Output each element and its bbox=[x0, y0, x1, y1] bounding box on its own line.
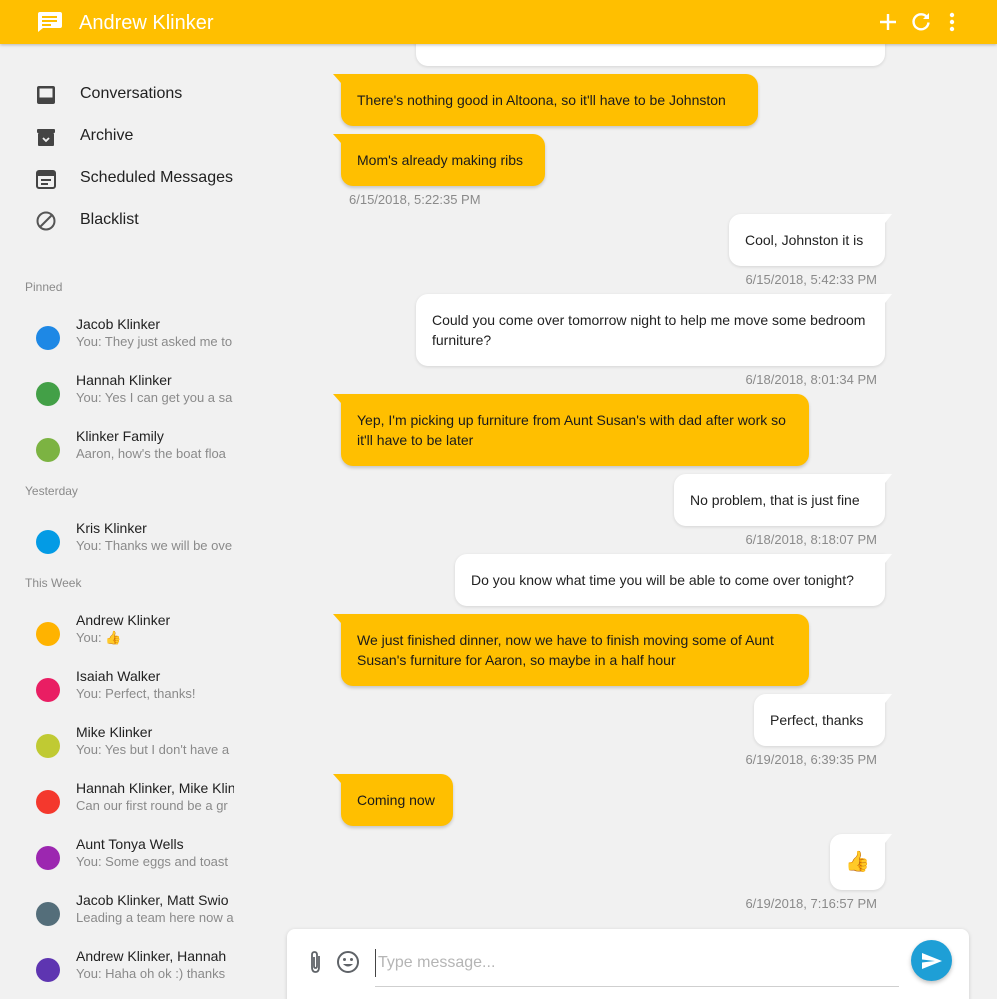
avatar bbox=[36, 530, 60, 554]
conversation-snippet: You: They just asked me to bbox=[76, 334, 233, 349]
avatar bbox=[36, 958, 60, 982]
sidebar: Conversations Archive Scheduled Messages… bbox=[0, 44, 250, 999]
conversation-item[interactable]: Hannah Klinker You: Yes I can get you a … bbox=[0, 364, 245, 416]
conversation-name: Mike Klinker bbox=[76, 724, 153, 740]
avatar bbox=[36, 622, 60, 646]
message-icon bbox=[38, 12, 62, 32]
avatar bbox=[36, 902, 60, 926]
more-vert-icon[interactable] bbox=[940, 10, 964, 34]
conversation-snippet: You: Yes but I don't have a bbox=[76, 742, 230, 757]
refresh-icon[interactable] bbox=[909, 10, 933, 34]
section-pinned: Pinned bbox=[25, 280, 63, 294]
compose-bar bbox=[287, 929, 969, 999]
message-bubble-outgoing: 👍 bbox=[830, 834, 892, 890]
avatar bbox=[36, 438, 60, 462]
message-timestamp: 6/19/2018, 6:39:35 PM bbox=[745, 752, 877, 767]
conversation-snippet: You: Some eggs and toast bbox=[76, 854, 229, 869]
avatar bbox=[36, 326, 60, 350]
message-timestamp: 6/19/2018, 7:16:57 PM bbox=[745, 896, 877, 911]
nav-scheduled-messages[interactable]: Scheduled Messages bbox=[0, 159, 245, 199]
conversation-snippet: Can our first round be a gr bbox=[76, 798, 228, 813]
avatar bbox=[36, 790, 60, 814]
send-icon bbox=[922, 953, 942, 969]
app-toolbar: Andrew Klinker bbox=[0, 0, 997, 44]
message-timestamp: 6/18/2018, 8:01:34 PM bbox=[745, 372, 877, 387]
conversation-name: Isaiah Walker bbox=[76, 668, 161, 684]
message-bubble-outgoing: Could you come over tomorrow night to he… bbox=[416, 294, 892, 366]
nav-archive[interactable]: Archive bbox=[0, 117, 245, 157]
conversation-name: Hannah Klinker, Mike Klin bbox=[76, 780, 234, 796]
nav-label: Conversations bbox=[80, 85, 183, 102]
calendar-icon bbox=[36, 170, 56, 189]
conversation-title: Andrew Klinker bbox=[79, 12, 214, 34]
message-bubble-outgoing: Perfect, thanks bbox=[754, 694, 892, 746]
conversation-name: Andrew Klinker bbox=[76, 612, 171, 628]
message-input[interactable] bbox=[375, 949, 899, 977]
conversation-snippet: Leading a team here now a bbox=[76, 910, 234, 925]
message-bubble-incoming: Coming now bbox=[333, 774, 453, 826]
section-yesterday: Yesterday bbox=[25, 484, 78, 498]
conversation-item[interactable]: Andrew Klinker, Hannah You: Haha oh ok :… bbox=[0, 940, 245, 992]
message-timestamp: 6/15/2018, 5:42:33 PM bbox=[745, 272, 877, 287]
conversation-snippet: You: Haha oh ok :) thanks bbox=[76, 966, 226, 981]
conversation-item[interactable]: Aunt Tonya Wells You: Some eggs and toas… bbox=[0, 828, 245, 880]
input-underline bbox=[375, 986, 899, 987]
add-icon[interactable] bbox=[876, 10, 900, 34]
message-bubble-incoming: Yep, I'm picking up furniture from Aunt … bbox=[333, 394, 809, 466]
avatar bbox=[36, 846, 60, 870]
conversation-name: Klinker Family bbox=[76, 428, 164, 444]
avatar bbox=[36, 678, 60, 702]
conversation-name: Andrew Klinker, Hannah bbox=[76, 948, 227, 964]
message-bubble-outgoing: Do you know what time you will be able t… bbox=[455, 554, 892, 606]
archive-icon bbox=[37, 129, 55, 146]
send-button[interactable] bbox=[911, 940, 952, 981]
message-bubble-incoming: There's nothing good in Altoona, so it'l… bbox=[333, 74, 758, 126]
conversation-item[interactable]: Mike Klinker You: Yes but I don't have a bbox=[0, 716, 245, 768]
message-bubble-incoming: Mom's already making ribs bbox=[333, 134, 545, 186]
nav-label: Scheduled Messages bbox=[80, 169, 233, 186]
conversation-item[interactable]: Jacob Klinker You: They just asked me to bbox=[0, 308, 245, 360]
nav-label: Blacklist bbox=[80, 211, 139, 228]
conversation-item[interactable]: Hannah Klinker, Mike Klin Can our first … bbox=[0, 772, 245, 824]
conversation-item[interactable]: Andrew Klinker You: 👍 bbox=[0, 604, 245, 656]
message-timestamp: 6/15/2018, 5:22:35 PM bbox=[349, 192, 481, 207]
message-bubble-outgoing: No problem, that is just fine bbox=[674, 474, 892, 526]
conversation-item[interactable]: Isaiah Walker You: Perfect, thanks! bbox=[0, 660, 245, 712]
nav-blacklist[interactable]: Blacklist bbox=[0, 201, 245, 241]
message-list: There's nothing good in Altoona, so it'l… bbox=[250, 44, 997, 924]
message-bubble-outgoing bbox=[416, 44, 885, 66]
conversation-name: Hannah Klinker bbox=[76, 372, 172, 388]
conversation-snippet: You: Perfect, thanks! bbox=[76, 686, 196, 701]
conversation-snippet: Aaron, how's the boat floa bbox=[76, 446, 226, 461]
conversation-name: Aunt Tonya Wells bbox=[76, 836, 184, 852]
message-timestamp: 6/18/2018, 8:18:07 PM bbox=[745, 532, 877, 547]
conversation-name: Jacob Klinker bbox=[76, 316, 161, 332]
conversation-item[interactable]: Kris Klinker You: Thanks we will be ove bbox=[0, 512, 245, 564]
conversation-snippet: You: Thanks we will be ove bbox=[76, 538, 233, 553]
conversation-item[interactable]: Jacob Klinker, Matt Swio Leading a team … bbox=[0, 884, 245, 936]
nav-label: Archive bbox=[80, 127, 134, 144]
attach-icon[interactable] bbox=[303, 949, 329, 975]
message-bubble-incoming: We just finished dinner, now we have to … bbox=[333, 614, 809, 686]
inbox-icon bbox=[37, 86, 55, 104]
conversation-item[interactable]: Klinker Family Aaron, how's the boat flo… bbox=[0, 420, 245, 472]
nav-conversations[interactable]: Conversations bbox=[0, 75, 245, 115]
message-bubble-outgoing: Cool, Johnston it is bbox=[729, 214, 892, 266]
conversation-snippet: You: 👍 bbox=[76, 630, 122, 645]
block-icon bbox=[36, 211, 56, 231]
conversation-name: Jacob Klinker, Matt Swio bbox=[76, 892, 229, 908]
conversation-name: Kris Klinker bbox=[76, 520, 147, 536]
avatar bbox=[36, 382, 60, 406]
conversation-snippet: You: Yes I can get you a sa bbox=[76, 390, 233, 405]
section-this-week: This Week bbox=[25, 576, 82, 590]
emoji-icon[interactable] bbox=[335, 949, 361, 975]
avatar bbox=[36, 734, 60, 758]
